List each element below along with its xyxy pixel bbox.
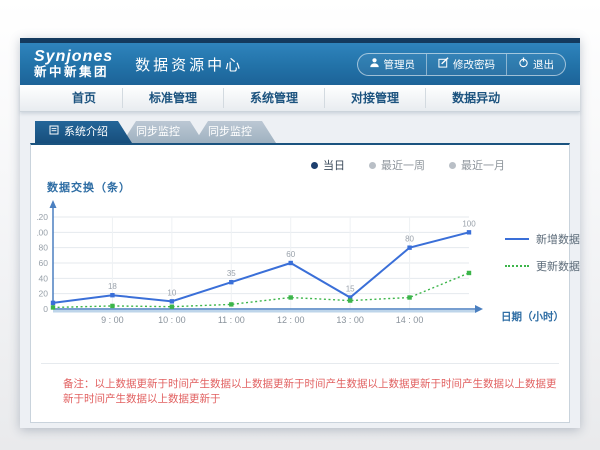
radio-icon <box>369 162 376 169</box>
legend-updated-data: 更新数据 <box>505 258 580 274</box>
admin-user-button[interactable]: 管理员 <box>358 54 427 75</box>
footnote-text: 以上数据更新于时间产生数据以上数据更新于时间产生数据以上数据更新于时间产生数据以… <box>63 378 557 405</box>
svg-text:120: 120 <box>37 212 48 222</box>
x-axis-title: 日期（小时） <box>501 309 564 324</box>
logout-button[interactable]: 退出 <box>506 54 565 75</box>
content-area: 系统介绍 同步监控 同步监控 当日 最近一周 <box>20 112 580 423</box>
change-password-label: 修改密码 <box>453 57 495 72</box>
footnote-label: 备注： <box>63 378 95 390</box>
dotted-line-swatch <box>505 265 529 267</box>
logo-text-cn: 新中新集团 <box>34 66 113 79</box>
logout-label: 退出 <box>533 57 554 72</box>
filter-last-month-label: 最近一月 <box>461 157 505 173</box>
logo-text-en: Synjones <box>34 49 113 66</box>
data-exchange-chart: 0 20 40 60 80 100 120 9 : 00 10 : 00 11 : 00 12 : … <box>37 197 493 347</box>
svg-text:14 : 00: 14 : 00 <box>396 315 424 325</box>
page-background: Synjones 新中新集团 数据资源中心 管理员 修改密码 <box>0 0 600 450</box>
edit-icon <box>438 57 449 71</box>
svg-text:35: 35 <box>227 269 236 278</box>
svg-text:20: 20 <box>39 289 49 299</box>
svg-text:15: 15 <box>346 285 355 294</box>
y-axis-title: 数据交换（条） <box>47 179 569 195</box>
svg-text:60: 60 <box>286 250 295 259</box>
user-controls: 管理员 修改密码 退出 <box>357 53 567 76</box>
time-filter-group: 当日 最近一周 最近一月 <box>31 145 569 173</box>
chart-panel: 当日 最近一周 最近一月 数据交换（条） 0 20 40 60 80 100 120 9 : … <box>30 143 570 423</box>
legend-new-data: 新增数据 <box>505 231 580 247</box>
svg-text:40: 40 <box>39 273 49 283</box>
filter-today[interactable]: 当日 <box>311 157 345 173</box>
svg-text:12 : 00: 12 : 00 <box>277 315 305 325</box>
filter-last-month[interactable]: 最近一月 <box>449 157 505 173</box>
app-window: Synjones 新中新集团 数据资源中心 管理员 修改密码 <box>20 38 580 428</box>
tab-sync-monitor-2-label: 同步监控 <box>208 121 252 143</box>
svg-text:9 : 00: 9 : 00 <box>101 315 124 325</box>
radio-icon <box>449 162 456 169</box>
svg-text:10 : 00: 10 : 00 <box>158 315 186 325</box>
chart-area: 0 20 40 60 80 100 120 9 : 00 10 : 00 11 : 00 12 : … <box>31 197 569 349</box>
footnote: 备注：以上数据更新于时间产生数据以上数据更新于时间产生数据以上数据更新于时间产生… <box>63 377 557 406</box>
svg-text:18: 18 <box>108 282 117 291</box>
nav-item-interface-mgmt[interactable]: 对接管理 <box>324 88 425 108</box>
svg-text:80: 80 <box>405 235 414 244</box>
svg-text:0: 0 <box>43 304 48 314</box>
svg-text:100: 100 <box>462 219 476 228</box>
tab-system-intro[interactable]: 系统介绍 <box>35 121 132 143</box>
nav-item-standard-mgmt[interactable]: 标准管理 <box>122 88 223 108</box>
company-logo: Synjones 新中新集团 <box>34 49 113 79</box>
change-password-button[interactable]: 修改密码 <box>426 54 506 75</box>
note-divider <box>41 363 559 364</box>
nav-item-system-mgmt[interactable]: 系统管理 <box>223 88 324 108</box>
svg-text:100: 100 <box>37 227 48 237</box>
chart-legend: 新增数据 更新数据 <box>505 231 580 274</box>
svg-text:10: 10 <box>167 288 176 297</box>
svg-text:80: 80 <box>39 243 49 253</box>
svg-text:60: 60 <box>39 258 49 268</box>
app-title: 数据资源中心 <box>135 54 243 75</box>
legend-updated-data-label: 更新数据 <box>536 258 580 274</box>
main-nav: 首页 标准管理 系统管理 对接管理 数据异动 <box>20 85 580 112</box>
filter-today-label: 当日 <box>323 157 345 173</box>
tab-sync-monitor-1[interactable]: 同步监控 <box>122 121 204 143</box>
radio-selected-icon <box>311 162 318 169</box>
document-icon <box>49 121 59 143</box>
power-icon <box>518 57 529 71</box>
solid-line-swatch <box>505 238 529 240</box>
user-icon <box>369 57 380 71</box>
filter-last-week-label: 最近一周 <box>381 157 425 173</box>
legend-new-data-label: 新增数据 <box>536 231 580 247</box>
admin-user-label: 管理员 <box>384 57 416 72</box>
nav-item-data-change[interactable]: 数据异动 <box>425 88 526 108</box>
tab-sync-monitor-2[interactable]: 同步监控 <box>194 121 276 143</box>
svg-text:11 : 00: 11 : 00 <box>218 315 245 325</box>
tab-sync-monitor-1-label: 同步监控 <box>136 121 180 143</box>
app-header: Synjones 新中新集团 数据资源中心 管理员 修改密码 <box>20 43 580 85</box>
filter-last-week[interactable]: 最近一周 <box>369 157 425 173</box>
nav-item-home[interactable]: 首页 <box>46 88 122 108</box>
svg-text:13 : 00: 13 : 00 <box>336 315 364 325</box>
tab-bar: 系统介绍 同步监控 同步监控 <box>35 121 570 143</box>
tab-system-intro-label: 系统介绍 <box>64 121 108 143</box>
